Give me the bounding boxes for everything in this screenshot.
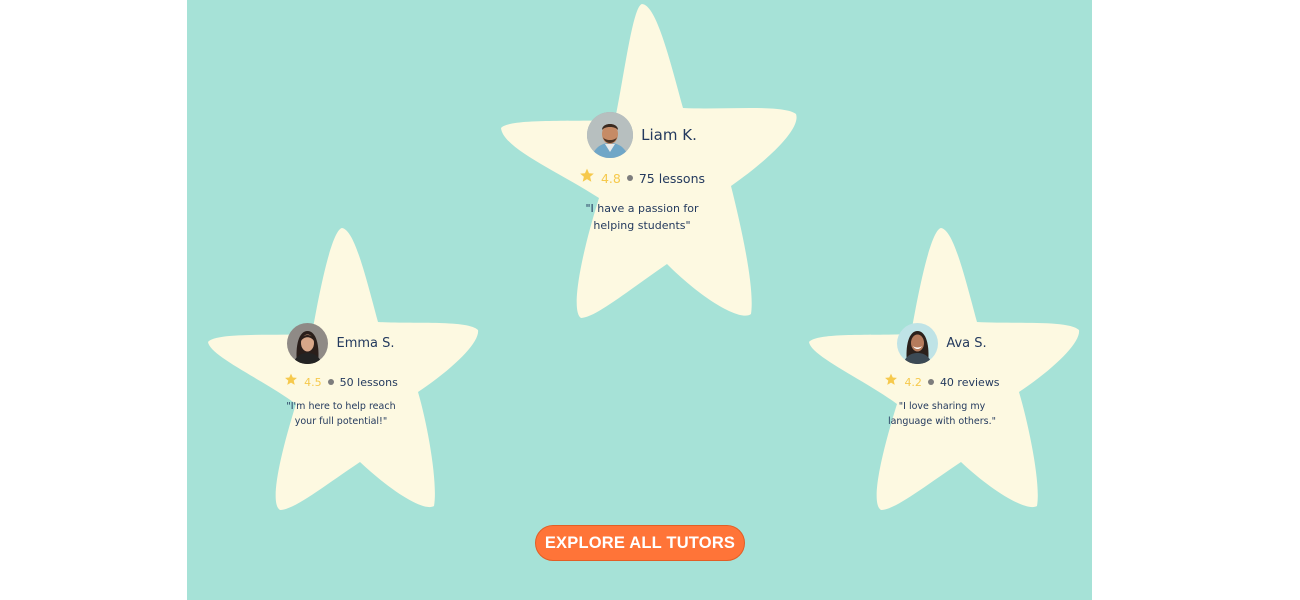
tutor-lesson-count: 75 lessons bbox=[638, 170, 706, 186]
tutor-avatar[interactable] bbox=[587, 112, 634, 158]
separator-dot bbox=[626, 175, 633, 181]
tutor-lesson-count: 50 lessons bbox=[339, 375, 398, 389]
explore-all-tutors-button[interactable]: EXPLORE ALL TUTORS bbox=[535, 525, 745, 561]
tutor-rating: 4.2 bbox=[904, 375, 922, 389]
tutor-avatar[interactable] bbox=[287, 323, 329, 364]
tutor-name: Emma S. bbox=[336, 336, 395, 351]
separator-dot bbox=[327, 379, 334, 385]
tutor-quote: "I love sharing my language with others.… bbox=[887, 401, 997, 427]
tutor-card-liam[interactable]: Liam K. 4.8 75 lessons "I have a passion… bbox=[483, 0, 801, 322]
separator-dot bbox=[927, 379, 934, 385]
tutor-quote: "I'm here to help reach your full potent… bbox=[286, 401, 396, 427]
tutor-review-count: 40 reviews bbox=[939, 375, 1000, 389]
tutors-section: Liam K. 4.8 75 lessons "I have a passion… bbox=[187, 0, 1092, 600]
tutor-rating: 4.8 bbox=[600, 170, 621, 186]
tutor-name: Liam K. bbox=[641, 126, 697, 144]
star-icon bbox=[579, 168, 595, 188]
tutor-card-ava[interactable]: Ava S. 4.2 40 reviews "I love sharing my… bbox=[801, 226, 1083, 512]
star-icon bbox=[284, 373, 298, 391]
tutor-quote: "I have a passion for helping students" bbox=[585, 202, 699, 233]
star-icon bbox=[884, 373, 898, 391]
tutor-card-emma[interactable]: Emma S. 4.5 50 lessons "I'm here to help… bbox=[200, 226, 482, 512]
tutor-avatar[interactable] bbox=[897, 323, 939, 364]
tutor-name: Ava S. bbox=[946, 336, 987, 351]
tutor-rating: 4.5 bbox=[304, 375, 322, 389]
